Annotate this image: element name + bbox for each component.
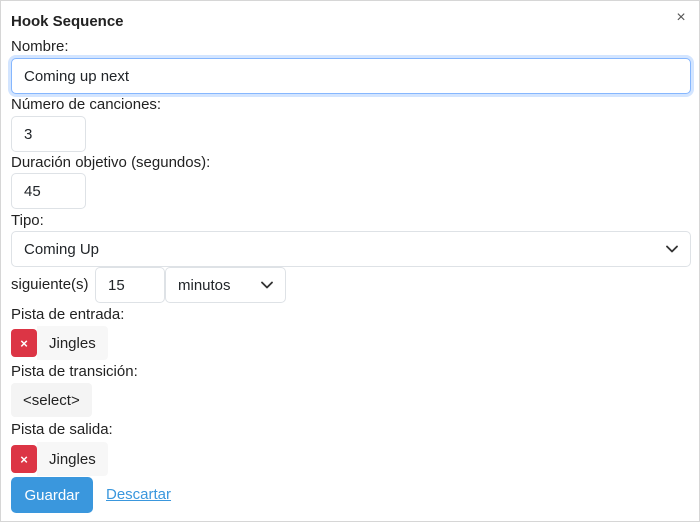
name-input-value: Coming up next xyxy=(24,67,130,85)
chevron-down-icon xyxy=(261,281,273,289)
duration-value: 45 xyxy=(24,182,41,200)
intro-track: × Jingles xyxy=(11,326,108,360)
transition-track-select[interactable]: <select> xyxy=(11,383,92,417)
songs-label: Número de canciones: xyxy=(11,96,162,113)
save-button[interactable]: Guardar xyxy=(11,477,93,513)
hook-sequence-dialog: Hook Sequence × Nombre: Coming up next N… xyxy=(0,0,700,522)
name-label: Nombre: xyxy=(11,38,69,55)
name-input[interactable]: Coming up next xyxy=(11,58,691,94)
duration-label: Duración objetivo (segundos): xyxy=(11,154,211,171)
outro-track-label: Pista de salida: xyxy=(11,421,113,438)
outro-track: × Jingles xyxy=(11,442,108,476)
dialog-title: Hook Sequence xyxy=(11,13,124,30)
songs-count-value: 3 xyxy=(24,125,33,143)
type-select-value: Coming Up xyxy=(24,240,100,258)
next-prefix-label: siguiente(s) xyxy=(11,276,89,293)
next-amount-input[interactable]: 15 xyxy=(95,267,165,303)
remove-intro-track-button[interactable]: × xyxy=(11,329,37,357)
remove-outro-track-button[interactable]: × xyxy=(11,445,37,473)
discard-link[interactable]: Descartar xyxy=(106,486,171,503)
close-icon[interactable]: × xyxy=(672,9,690,27)
transition-track-label: Pista de transición: xyxy=(11,363,138,380)
type-label: Tipo: xyxy=(11,212,44,229)
next-unit-value: minutos xyxy=(178,276,231,294)
remove-icon: × xyxy=(20,451,28,467)
duration-input[interactable]: 45 xyxy=(11,173,86,209)
type-select[interactable]: Coming Up xyxy=(11,231,691,267)
songs-count-input[interactable]: 3 xyxy=(11,116,86,152)
intro-track-name[interactable]: Jingles xyxy=(37,326,108,360)
transition-track: <select> xyxy=(11,383,92,417)
chevron-down-icon xyxy=(666,245,678,253)
intro-track-label: Pista de entrada: xyxy=(11,306,125,323)
next-amount-value: 15 xyxy=(108,276,125,294)
next-unit-select[interactable]: minutos xyxy=(165,267,286,303)
outro-track-name[interactable]: Jingles xyxy=(37,442,108,476)
remove-icon: × xyxy=(20,335,28,351)
